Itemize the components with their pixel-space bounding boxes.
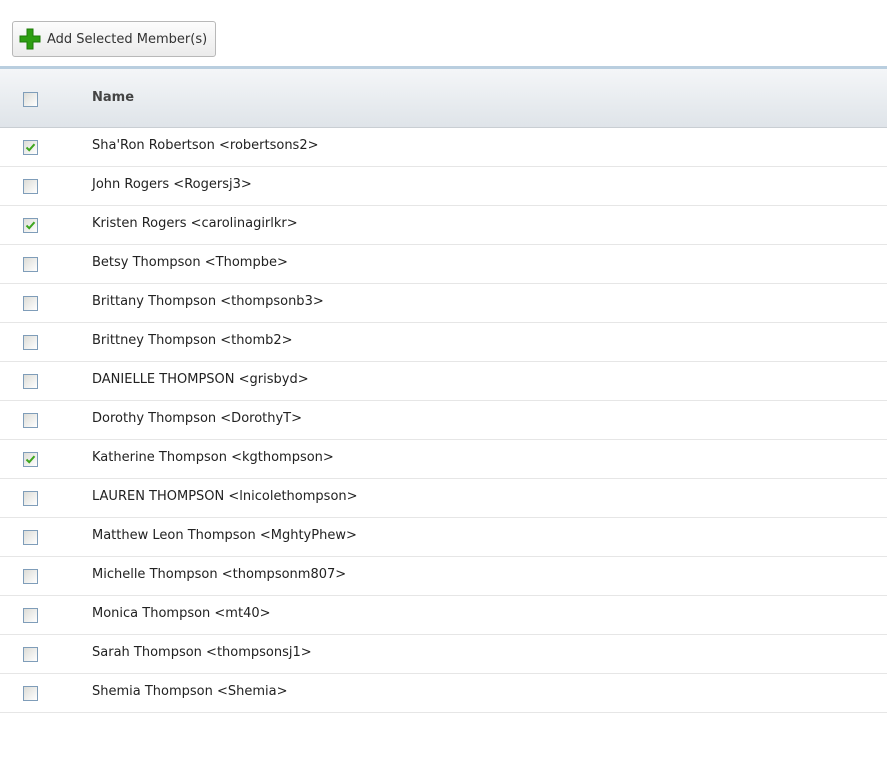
member-checkbox[interactable] <box>23 296 38 311</box>
member-checkbox[interactable] <box>23 491 38 506</box>
name-column-header[interactable]: Name <box>92 90 134 105</box>
members-grid: Name Sha'Ron Robertson <robertsons2> John… <box>0 66 887 713</box>
member-row[interactable]: Matthew Leon Thompson <MghtyPhew> <box>0 518 887 557</box>
checkmark-icon <box>25 143 36 152</box>
member-row[interactable]: Betsy Thompson <Thompbe> <box>0 245 887 284</box>
member-checkbox[interactable] <box>23 335 38 350</box>
member-name: Katherine Thompson <kgthompson> <box>92 450 334 465</box>
member-checkbox[interactable] <box>23 569 38 584</box>
member-name: Dorothy Thompson <DorothyT> <box>92 411 303 426</box>
member-row[interactable]: Dorothy Thompson <DorothyT> <box>0 401 887 440</box>
member-row[interactable]: Brittany Thompson <thompsonb3> <box>0 284 887 323</box>
member-name: Kristen Rogers <carolinagirlkr> <box>92 216 298 231</box>
member-name: Shemia Thompson <Shemia> <box>92 684 288 699</box>
member-name: Michelle Thompson <thompsonm807> <box>92 567 347 582</box>
member-name: Brittney Thompson <thomb2> <box>92 333 293 348</box>
member-checkbox[interactable] <box>23 218 38 233</box>
member-checkbox[interactable] <box>23 140 38 155</box>
checkmark-icon <box>25 455 36 464</box>
member-name: Betsy Thompson <Thompbe> <box>92 255 288 270</box>
member-row[interactable]: Katherine Thompson <kgthompson> <box>0 440 887 479</box>
member-name: Matthew Leon Thompson <MghtyPhew> <box>92 528 357 543</box>
member-row[interactable]: Brittney Thompson <thomb2> <box>0 323 887 362</box>
member-checkbox[interactable] <box>23 257 38 272</box>
member-row[interactable]: Monica Thompson <mt40> <box>0 596 887 635</box>
grid-header: Name <box>0 66 887 128</box>
member-checkbox[interactable] <box>23 647 38 662</box>
member-row[interactable]: LAUREN THOMPSON <lnicolethompson> <box>0 479 887 518</box>
select-all-checkbox[interactable] <box>23 92 38 107</box>
member-checkbox[interactable] <box>23 413 38 428</box>
member-checkbox[interactable] <box>23 686 38 701</box>
member-name: John Rogers <Rogersj3> <box>92 177 252 192</box>
member-name: Sha'Ron Robertson <robertsons2> <box>92 138 319 153</box>
member-checkbox[interactable] <box>23 374 38 389</box>
member-row[interactable]: DANIELLE THOMPSON <grisbyd> <box>0 362 887 401</box>
member-row[interactable]: Shemia Thompson <Shemia> <box>0 674 887 713</box>
member-checkbox[interactable] <box>23 452 38 467</box>
member-list: Sha'Ron Robertson <robertsons2> John Roge… <box>0 128 887 713</box>
member-name: Monica Thompson <mt40> <box>92 606 271 621</box>
plus-icon <box>19 28 41 50</box>
member-checkbox[interactable] <box>23 179 38 194</box>
member-checkbox[interactable] <box>23 608 38 623</box>
member-row[interactable]: Sarah Thompson <thompsonsj1> <box>0 635 887 674</box>
add-selected-members-label: Add Selected Member(s) <box>47 31 208 47</box>
member-row[interactable]: Michelle Thompson <thompsonm807> <box>0 557 887 596</box>
member-checkbox[interactable] <box>23 530 38 545</box>
member-row[interactable]: Sha'Ron Robertson <robertsons2> <box>0 128 887 167</box>
member-name: Brittany Thompson <thompsonb3> <box>92 294 324 309</box>
member-name: LAUREN THOMPSON <lnicolethompson> <box>92 489 358 504</box>
member-name: DANIELLE THOMPSON <grisbyd> <box>92 372 309 387</box>
toolbar: Add Selected Member(s) <box>0 0 887 66</box>
member-name: Sarah Thompson <thompsonsj1> <box>92 645 312 660</box>
add-selected-members-button[interactable]: Add Selected Member(s) <box>12 21 217 57</box>
member-row[interactable]: Kristen Rogers <carolinagirlkr> <box>0 206 887 245</box>
checkmark-icon <box>25 221 36 230</box>
member-row[interactable]: John Rogers <Rogersj3> <box>0 167 887 206</box>
